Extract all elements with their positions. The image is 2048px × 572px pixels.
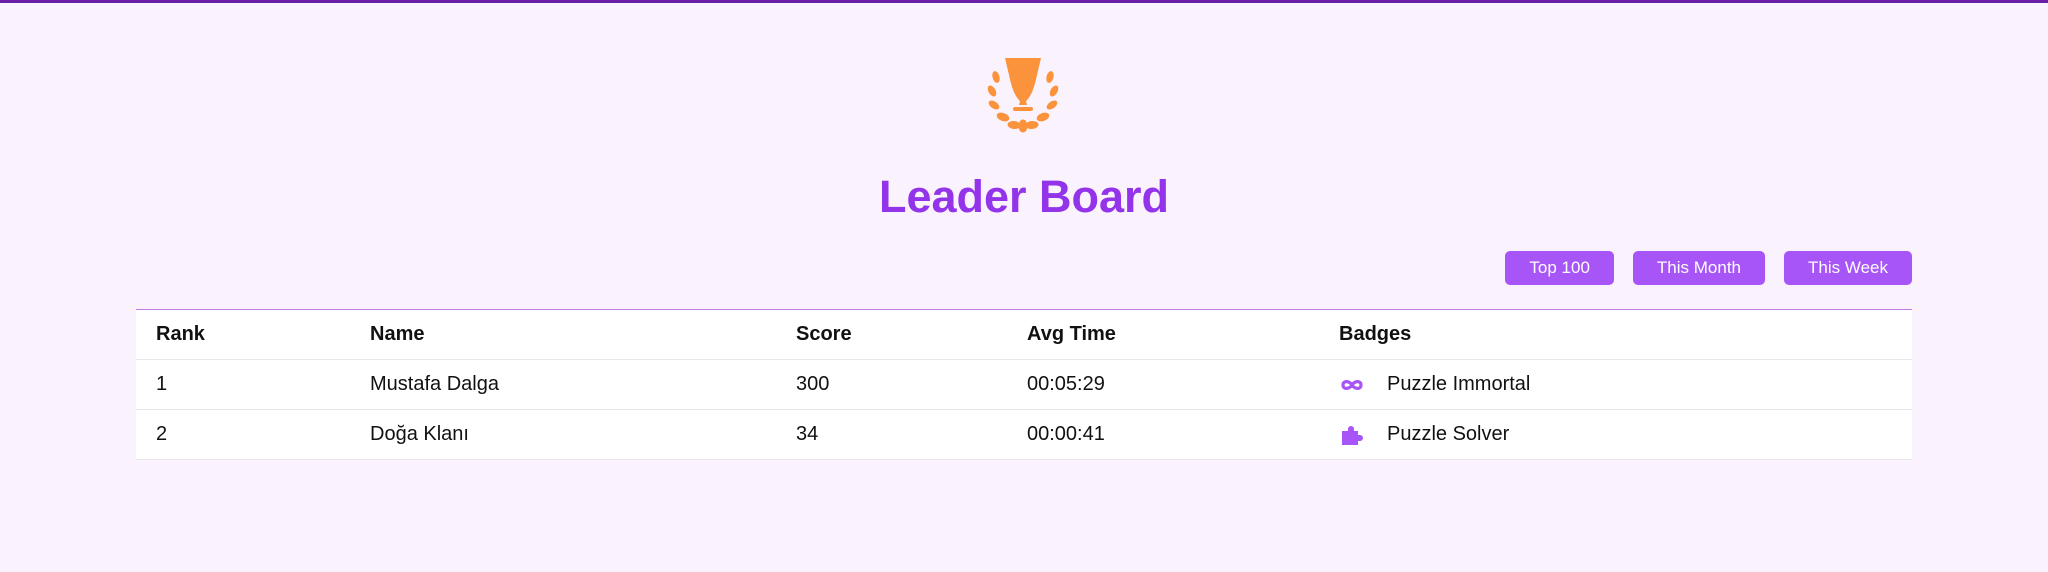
top-accent-bar bbox=[0, 0, 2048, 3]
avg-time-cell: 00:05:29 bbox=[1007, 359, 1319, 410]
name-cell: Mustafa Dalga bbox=[350, 359, 776, 410]
avg-time-cell: 00:00:41 bbox=[1007, 409, 1319, 460]
badge-label: Puzzle Immortal bbox=[1387, 373, 1531, 395]
badge-label: Puzzle Solver bbox=[1387, 423, 1510, 445]
rank-cell: 1 bbox=[136, 359, 350, 410]
badge-cell: Puzzle Immortal bbox=[1319, 359, 1912, 410]
leaderboard-table: Rank Name Score Avg Time Badges 1 Mustaf… bbox=[136, 309, 1912, 460]
filter-button-group: Top 100 This Month This Week bbox=[1505, 251, 1912, 285]
table-row: 1 Mustafa Dalga 300 00:05:29 Puzzle Immo… bbox=[136, 359, 1912, 410]
column-header-score: Score bbox=[776, 310, 1007, 360]
column-header-rank: Rank bbox=[136, 310, 350, 360]
score-cell: 300 bbox=[776, 359, 1007, 410]
this-month-button[interactable]: This Month bbox=[1632, 251, 1765, 285]
infinity-icon bbox=[1341, 379, 1363, 390]
column-header-name: Name bbox=[350, 310, 776, 360]
table-row: 2 Doğa Klanı 34 00:00:41 Puzzle Solver bbox=[136, 409, 1912, 460]
score-cell: 34 bbox=[776, 409, 1007, 460]
rank-cell: 2 bbox=[136, 409, 350, 460]
badge-cell: Puzzle Solver bbox=[1319, 409, 1912, 460]
page-title: Leader Board bbox=[878, 171, 1170, 222]
table-header-row: Rank Name Score Avg Time Badges bbox=[136, 310, 1912, 360]
top-100-button[interactable]: Top 100 bbox=[1505, 251, 1614, 285]
column-header-badges: Badges bbox=[1319, 310, 1912, 360]
column-header-avg-time: Avg Time bbox=[1007, 310, 1319, 360]
trophy-laurel-icon bbox=[987, 58, 1059, 133]
this-week-button[interactable]: This Week bbox=[1784, 251, 1912, 285]
name-cell: Doğa Klanı bbox=[350, 409, 776, 460]
puzzle-piece-icon bbox=[1342, 425, 1363, 445]
